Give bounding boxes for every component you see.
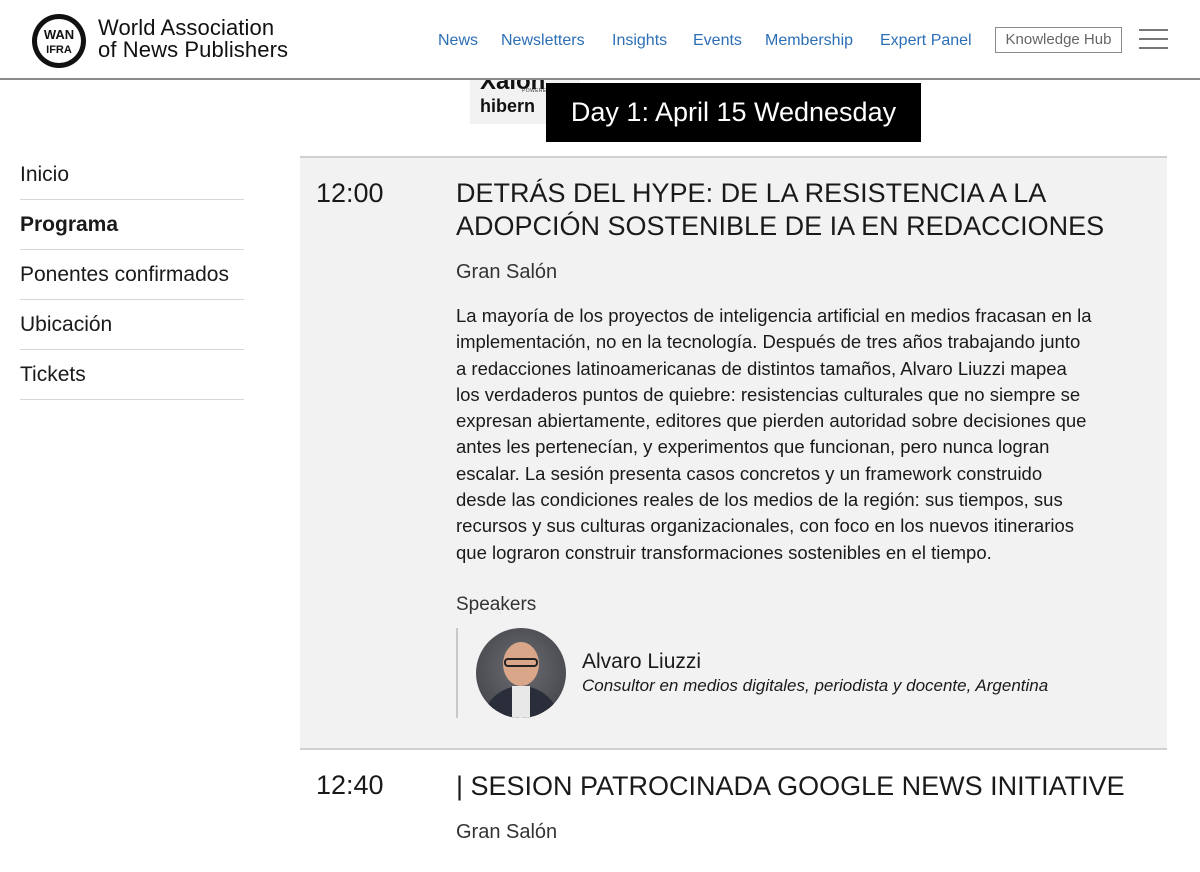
nav-expert-panel[interactable]: Expert Panel [880,31,972,51]
nav-events[interactable]: Events [693,31,742,51]
session-room: Gran Salón [456,261,558,283]
menu-icon[interactable] [1139,29,1168,49]
nav-newsletters[interactable]: Newsletters [501,31,585,51]
sidebar-item-ponentes[interactable]: Ponentes confirmados [20,250,244,300]
session-card: 12:00 DETRÁS DEL HYPE: DE LA RESISTENCIA… [300,156,1167,750]
day-label: Day 1: April 15 Wednesday [546,83,921,142]
session-card: 12:40 | SESION PATROCINADA GOOGLE NEWS I… [300,752,1167,872]
session-title[interactable]: | SESION PATROCINADA GOOGLE NEWS INITIAT… [456,770,1146,803]
session-time: 12:40 [316,770,384,800]
speaker-card[interactable]: Alvaro Liuzzi Consultor en medios digita… [456,628,1136,718]
speaker-role: Consultor en medios digitales, periodist… [582,676,1049,695]
session-title[interactable]: DETRÁS DEL HYPE: DE LA RESISTENCIA A LA … [456,177,1146,243]
sidebar-item-tickets[interactable]: Tickets [20,350,244,400]
sidebar-item-programa[interactable]: Programa [20,200,244,250]
page: WAN IFRA World Association of News Publi… [0,0,1200,872]
session-time: 12:00 [316,178,384,208]
sidebar-nav: Inicio Programa Ponentes confirmados Ubi… [20,150,244,400]
session-description: La mayoría de los proyectos de inteligen… [456,305,1092,563]
sidebar-item-ubicacion[interactable]: Ubicación [20,300,244,350]
speakers-label: Speakers [456,594,537,615]
nav-membership[interactable]: Membership [765,31,853,51]
nav-insights[interactable]: Insights [612,31,667,51]
knowledge-hub-button[interactable]: Knowledge Hub [995,27,1122,53]
sidebar-item-inicio[interactable]: Inicio [20,150,244,200]
site-header: WAN IFRA World Association of News Publi… [0,0,1200,80]
avatar[interactable] [476,628,566,718]
speaker-name[interactable]: Alvaro Liuzzi [582,650,701,674]
nav-news[interactable]: News [438,31,478,51]
session-room: Gran Salón [456,821,558,843]
